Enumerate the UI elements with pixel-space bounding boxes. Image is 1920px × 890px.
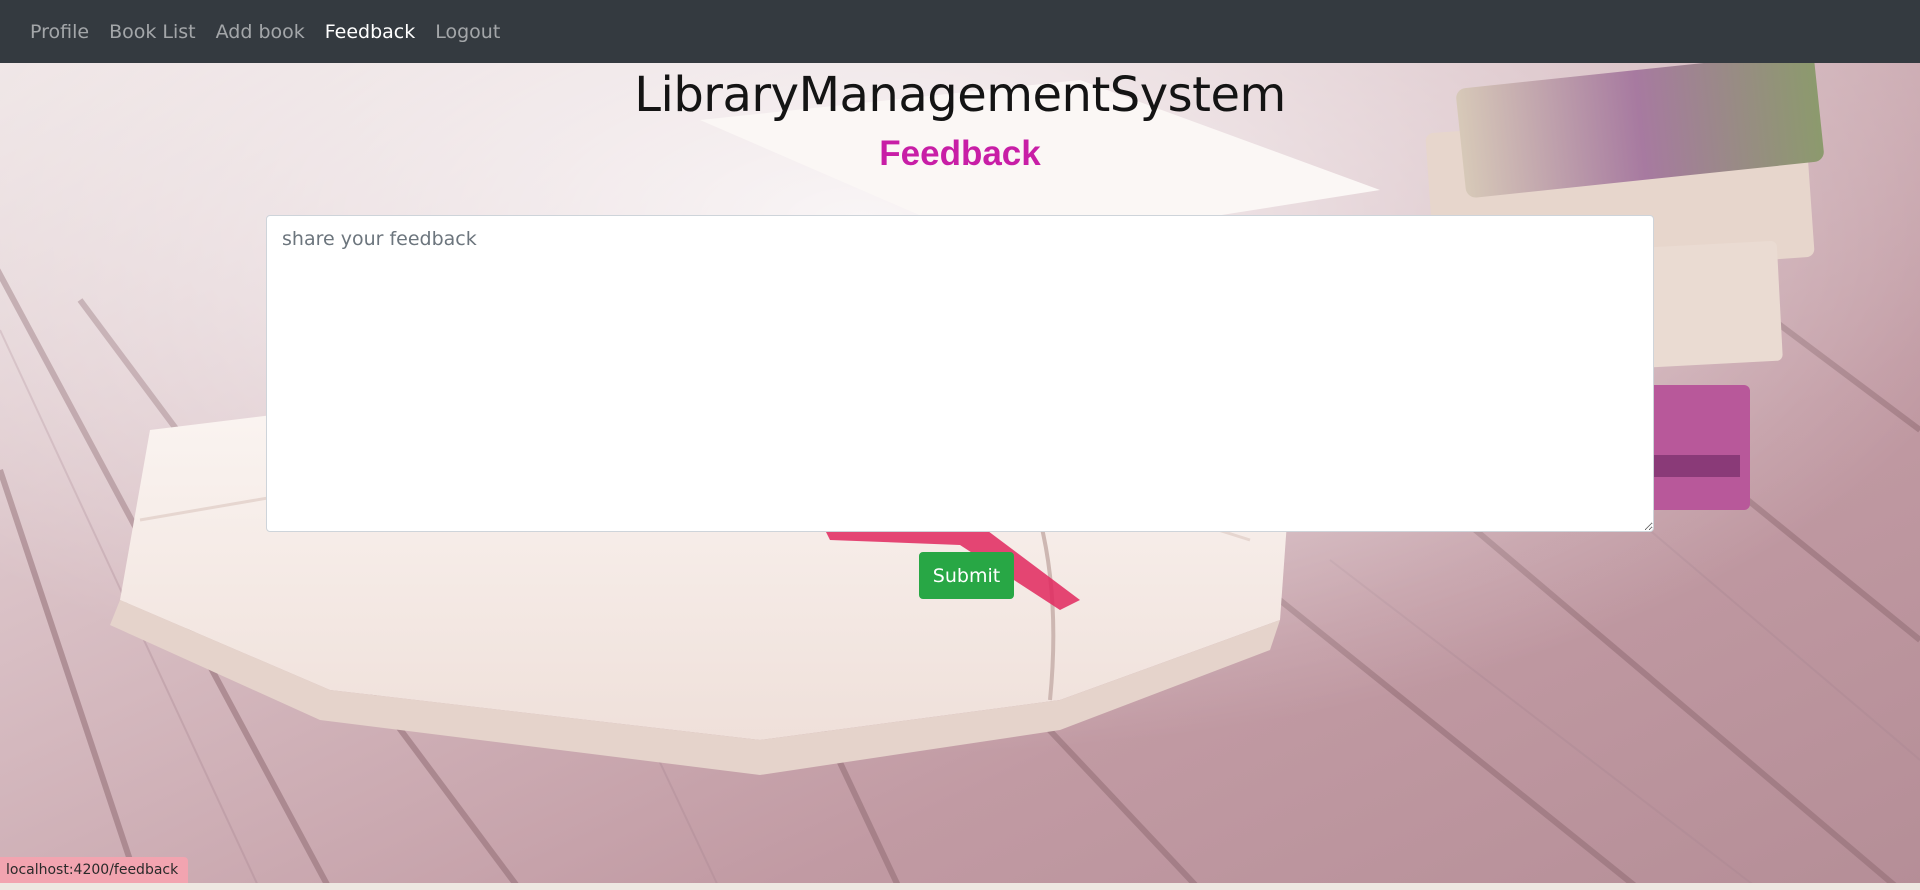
nav-link-book-list[interactable]: Book List (99, 21, 206, 43)
feedback-textarea[interactable] (266, 215, 1654, 532)
top-navbar: Profile Book List Add book Feedback Logo… (0, 0, 1920, 63)
submit-button[interactable]: Submit (919, 552, 1014, 599)
nav-link-add-book[interactable]: Add book (206, 21, 315, 43)
bottom-strip (0, 883, 1920, 890)
status-bar-url: localhost:4200/feedback (0, 857, 189, 883)
nav-link-logout[interactable]: Logout (425, 21, 510, 43)
nav-link-profile[interactable]: Profile (20, 21, 99, 43)
nav-link-feedback[interactable]: Feedback (315, 21, 425, 43)
app-title: LibraryManagementSystem (634, 67, 1286, 123)
page-title: Feedback (879, 134, 1041, 173)
